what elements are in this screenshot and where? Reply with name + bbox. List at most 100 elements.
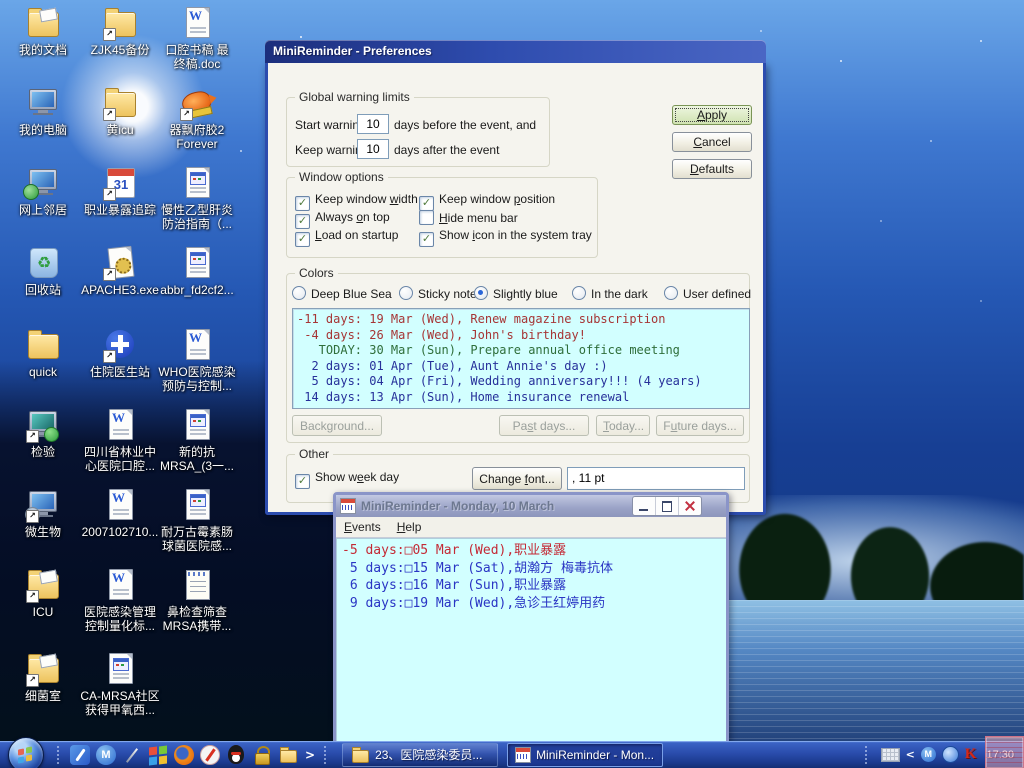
desktop-icon[interactable]: 鼻检查筛查 MRSA携带... <box>154 568 240 633</box>
desktop-icon-label: APACHE3.exe <box>81 283 159 297</box>
desktop-icon-label: 我的文档 <box>19 43 67 57</box>
desktop-icon-label: WHO医院感染 预防与控制... <box>158 365 235 393</box>
task-button[interactable]: 23、医院感染委员... <box>342 743 498 767</box>
today-button[interactable]: Today... <box>596 415 650 436</box>
preview-line: -4 days: 26 Mar (Wed), John's birthday! <box>297 328 745 344</box>
color-scheme-radio-row[interactable]: User defined <box>664 286 751 301</box>
task-button[interactable]: MiniReminder - Mon... <box>507 743 663 767</box>
checkbox[interactable]: ✓ <box>419 196 434 211</box>
checkbox[interactable]: ✓ <box>419 232 434 247</box>
tray-globe-icon[interactable] <box>942 746 959 763</box>
font-field[interactable]: , 11 pt <box>567 467 745 490</box>
menu-item-help[interactable]: Help <box>389 518 430 536</box>
desktop-icon[interactable]: CA-MRSA社区 获得甲氧西... <box>77 652 163 717</box>
desktop-icon[interactable]: ↗细菌室 <box>0 652 86 703</box>
radio-label: Sticky note <box>418 287 477 301</box>
defaults-button[interactable]: Defaults <box>672 159 752 179</box>
checkbox[interactable]: ✓ <box>295 214 310 229</box>
desktop-icon[interactable]: 耐万古霉素肠 球菌医院感... <box>154 488 240 553</box>
past-days-button[interactable]: Past days... <box>499 415 589 436</box>
tray-k-app-icon[interactable]: K <box>965 746 977 763</box>
desktop-icon[interactable]: ↗黄icu <box>77 86 163 137</box>
checkbox[interactable]: ✓ <box>295 232 310 247</box>
close-button[interactable] <box>679 497 701 515</box>
window-option-row[interactable]: ✓Always on top <box>295 210 390 229</box>
window-option-row[interactable]: ✓Load on startup <box>295 228 398 247</box>
desktop-icon[interactable]: WWHO医院感染 预防与控制... <box>154 328 240 393</box>
change-font-button[interactable]: Change font... <box>472 467 562 490</box>
radio-button[interactable] <box>664 286 678 300</box>
desktop-icon[interactable]: W口腔书稿 最 终稿.doc <box>154 6 240 71</box>
maximize-button[interactable] <box>656 497 679 515</box>
desktop-icon[interactable]: ↗APACHE3.exe <box>77 246 163 297</box>
quick-launch-pen-icon[interactable] <box>122 745 142 765</box>
menu-item-events[interactable]: Events <box>336 518 389 536</box>
shortcut-arrow-icon: ↗ <box>103 108 116 121</box>
quick-launch-folder-small-icon[interactable] <box>278 745 298 765</box>
desktop-icon[interactable]: W医院感染管理 控制量化标... <box>77 568 163 633</box>
start-warning-input[interactable] <box>357 114 389 134</box>
input-method-keyboard-icon[interactable] <box>881 748 900 762</box>
minimize-button[interactable] <box>633 497 656 515</box>
keep-warning-input[interactable] <box>357 139 389 159</box>
desktop-icon[interactable]: abbr_fd2cf2... <box>154 246 240 297</box>
desktop-icon[interactable]: 我的电脑 <box>0 86 86 137</box>
checkbox[interactable] <box>419 210 434 225</box>
apply-button[interactable]: Apply <box>672 105 752 125</box>
window-option-row[interactable]: ✓Show icon in the system tray <box>419 228 592 247</box>
toolbar-grip[interactable] <box>324 746 329 764</box>
desktop-icon[interactable]: 慢性乙型肝炎 防治指南（... <box>154 166 240 231</box>
desktop-icon[interactable]: 我的文档 <box>0 6 86 57</box>
radio-button[interactable] <box>572 286 586 300</box>
future-days-button[interactable]: Future days... <box>656 415 744 436</box>
show-week-day-checkbox[interactable]: ✓ <box>295 474 310 489</box>
desktop-icon[interactable]: ↗微生物 <box>0 488 86 539</box>
quick-launch-bluetile-icon[interactable] <box>70 745 90 765</box>
quick-launch-overflow-chevron[interactable]: > <box>305 748 315 762</box>
color-scheme-radio-row[interactable]: In the dark <box>572 286 648 301</box>
desktop-icon[interactable]: ↗检验 <box>0 408 86 459</box>
radio-button[interactable] <box>474 286 488 300</box>
window-option-row[interactable]: Hide menu bar <box>419 210 518 225</box>
desktop-icon[interactable]: ↗ICU <box>0 568 86 619</box>
desktop-icon[interactable]: W四川省林业中 心医院口腔... <box>77 408 163 473</box>
desktop-icon[interactable]: 31↗职业暴露追踪 <box>77 166 163 217</box>
background-button[interactable]: Background... <box>292 415 382 436</box>
color-scheme-radio-row[interactable]: Sticky note <box>399 286 477 301</box>
show-week-day-row[interactable]: ✓Show week day <box>295 470 399 489</box>
start-warning-label: Start warning <box>295 118 366 132</box>
checkbox-label: Hide menu bar <box>439 211 518 225</box>
radio-label: In the dark <box>591 287 648 301</box>
quick-launch-firefox-icon[interactable] <box>174 745 194 765</box>
toolbar-grip[interactable] <box>57 746 62 764</box>
toolbar-grip[interactable] <box>865 746 870 764</box>
window-option-row[interactable]: ✓Keep window width <box>295 192 418 211</box>
desktop-icon[interactable]: ↗器飘府胶2 Forever <box>154 86 240 151</box>
desktop-icon[interactable]: ↗ZJK45备份 <box>77 6 163 57</box>
desktop-icon-label: 医院感染管理 控制量化标... <box>84 605 156 633</box>
desktop-icon[interactable]: quick <box>0 328 86 379</box>
quick-launch-lock-icon[interactable] <box>252 745 272 765</box>
quick-launch-qq-icon[interactable] <box>228 745 244 764</box>
start-button[interactable] <box>8 737 44 768</box>
radio-button[interactable] <box>292 286 306 300</box>
desktop-icon[interactable]: 网上邻居 <box>0 166 86 217</box>
window-option-row[interactable]: ✓Keep window position <box>419 192 555 211</box>
quick-launch-mcircle-icon[interactable]: M <box>96 745 116 765</box>
cancel-button[interactable]: Cancel <box>672 132 752 152</box>
tray-collapse-chevron[interactable]: < <box>906 748 915 761</box>
desktop-icon[interactable]: ↗住院医生站 <box>77 328 163 379</box>
desktop-icon[interactable]: 新的抗 MRSA_(3一... <box>154 408 240 473</box>
desktop-icon[interactable]: W2007102710... <box>77 488 163 539</box>
desktop-icon[interactable]: ♻回收站 <box>0 246 86 297</box>
checkbox[interactable]: ✓ <box>295 196 310 211</box>
color-scheme-radio-row[interactable]: Slightly blue <box>474 286 558 301</box>
shortcut-arrow-icon: ↗ <box>26 510 39 523</box>
quick-launch-winpanes-icon[interactable] <box>148 745 168 765</box>
tray-browser-icon[interactable]: M <box>921 747 936 762</box>
reminder-preview: -11 days: 19 Mar (Wed), Renew magazine s… <box>292 308 750 409</box>
radio-button[interactable] <box>399 286 413 300</box>
color-scheme-radio-row[interactable]: Deep Blue Sea <box>292 286 392 301</box>
quick-launch-redpen-icon[interactable] <box>200 745 220 765</box>
preferences-titlebar[interactable]: MiniReminder - Preferences <box>265 40 766 63</box>
